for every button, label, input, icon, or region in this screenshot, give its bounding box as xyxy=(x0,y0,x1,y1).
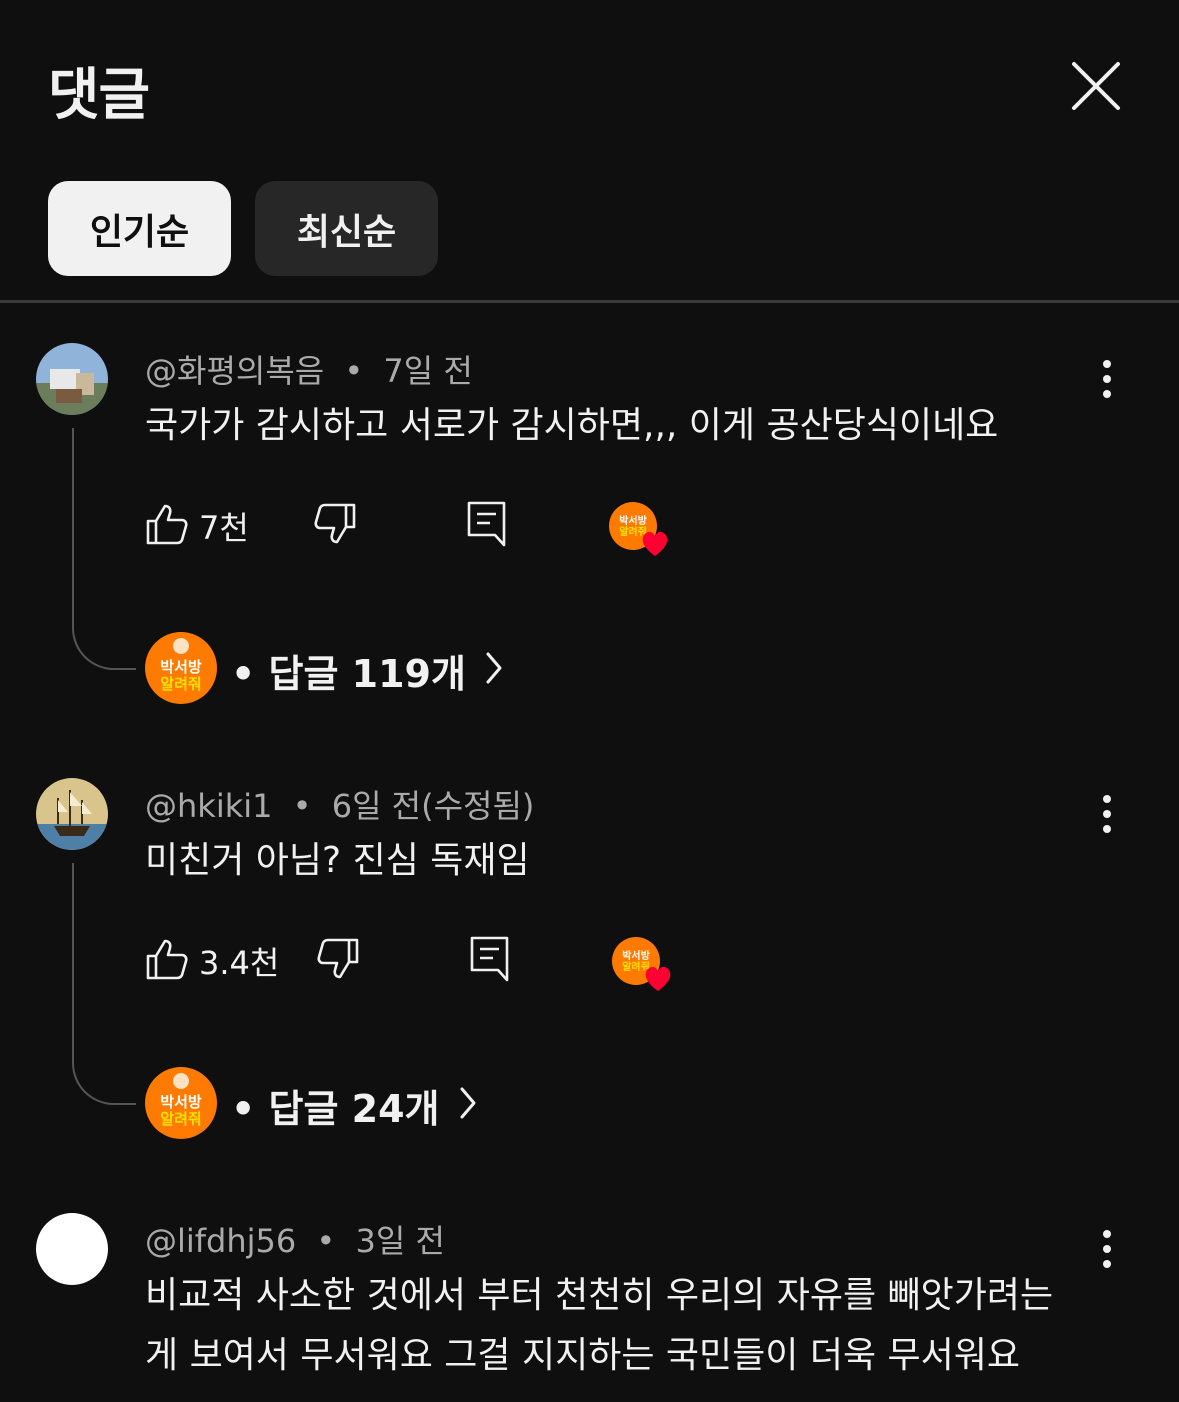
view-replies-button[interactable]: 박서방 알려줘 • 답글 119개 xyxy=(145,632,504,708)
comment-meta: @화평의복음 • 7일 전 xyxy=(145,346,473,392)
comment-author[interactable]: @화평의복음 xyxy=(145,352,324,390)
panel-title: 댓글 xyxy=(48,63,150,128)
badge-text: 알려줘 xyxy=(622,960,650,973)
comment-text: 국가가 감시하고 서로가 감시하면,,, 이게 공산당식이네요 xyxy=(145,405,999,446)
more-vert-icon[interactable] xyxy=(1090,1227,1124,1271)
comment-time[interactable]: 6일 전(수정됨) xyxy=(332,787,535,825)
dislike-button[interactable] xyxy=(316,931,360,991)
comment-actions: 3.4천 박서방 알려줘 xyxy=(145,931,705,991)
creator-heart: 박서방 알려줘 xyxy=(610,935,680,995)
comment-author[interactable]: @hkiki1 xyxy=(145,787,272,825)
sort-chip-top[interactable]: 인기순 xyxy=(48,181,231,276)
avatar[interactable] xyxy=(36,1213,108,1285)
thumb-up-icon xyxy=(145,502,189,550)
badge-text: 박서방 xyxy=(160,658,202,676)
view-replies-button[interactable]: 박서방 알려줘 • 답글 24개 xyxy=(145,1067,478,1143)
reply-count: • 답글 24개 xyxy=(231,1086,440,1131)
chevron-right-icon xyxy=(458,1086,478,1124)
badge-text: 알려줘 xyxy=(160,675,201,693)
thread-line xyxy=(72,863,136,1105)
thread-line xyxy=(72,428,136,670)
like-count: 3.4천 xyxy=(199,944,280,982)
comment-time[interactable]: 3일 전 xyxy=(355,1222,444,1260)
meta-separator: • xyxy=(316,1222,336,1260)
badge-text: 알려줘 xyxy=(160,1110,201,1128)
comment-text: 비교적 사소한 것에서 부터 천천히 우리의 자유를 빼앗가려는게 보여서 무서… xyxy=(145,1275,1054,1376)
reply-icon xyxy=(470,935,510,987)
like-button[interactable]: 7천 xyxy=(145,496,249,556)
dislike-button[interactable] xyxy=(313,496,357,556)
reply-icon xyxy=(467,500,507,552)
close-icon[interactable] xyxy=(1068,58,1124,114)
badge-text: 알려줘 xyxy=(619,525,647,538)
avatar[interactable] xyxy=(36,778,108,850)
comment-meta: @hkiki1 • 6일 전(수정됨) xyxy=(145,781,534,827)
comment-meta: @lifdhj56 • 3일 전 xyxy=(145,1216,445,1262)
sort-chip-newest[interactable]: 최신순 xyxy=(255,181,438,276)
badge-text: 박서방 xyxy=(160,1093,202,1111)
reply-count: • 답글 119개 xyxy=(231,651,466,696)
chevron-right-icon xyxy=(484,651,504,689)
badge-text: 박서방 xyxy=(622,949,650,962)
thumb-down-icon xyxy=(316,937,360,985)
reply-button[interactable] xyxy=(470,931,510,991)
badge-text: 박서방 xyxy=(619,514,647,527)
creator-avatar: 박서방 알려줘 xyxy=(145,632,217,708)
creator-heart: 박서방 알려줘 xyxy=(607,500,677,560)
meta-separator: • xyxy=(344,352,364,390)
comment-author[interactable]: @lifdhj56 xyxy=(145,1222,296,1260)
comment-actions: 7천 박서방 알려줘 xyxy=(145,496,705,556)
thumb-up-icon xyxy=(145,937,189,985)
like-count: 7천 xyxy=(199,509,249,547)
sort-chips: 인기순 최신순 xyxy=(48,181,438,276)
comment-time[interactable]: 7일 전 xyxy=(383,352,472,390)
creator-avatar: 박서방 알려줘 xyxy=(145,1067,217,1143)
divider xyxy=(0,300,1179,303)
more-vert-icon[interactable] xyxy=(1090,792,1124,836)
comments-header: 댓글 xyxy=(0,0,1179,170)
avatar[interactable] xyxy=(36,343,108,415)
more-vert-icon[interactable] xyxy=(1090,357,1124,401)
like-button[interactable]: 3.4천 xyxy=(145,931,279,991)
comment-text: 미친거 아님? 진심 독재임 xyxy=(145,840,530,881)
thumb-down-icon xyxy=(313,502,357,550)
reply-button[interactable] xyxy=(467,496,507,556)
meta-separator: • xyxy=(292,787,312,825)
